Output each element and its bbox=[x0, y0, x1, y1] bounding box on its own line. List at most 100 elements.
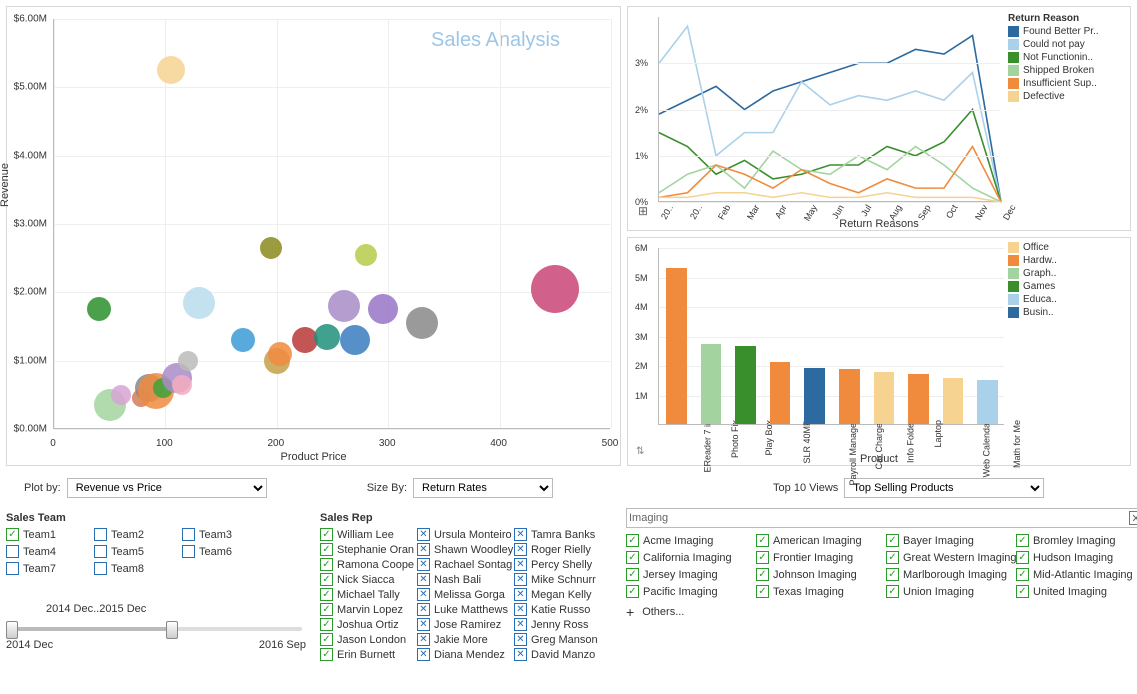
bar[interactable] bbox=[735, 346, 756, 424]
size-by-select[interactable]: Return Rates bbox=[413, 478, 553, 498]
company-checkbox[interactable]: ✓Mid-Atlantic Imaging bbox=[1016, 568, 1137, 581]
team-checkbox[interactable]: Team7 bbox=[6, 562, 94, 575]
rep-checkbox[interactable]: ✓Jason London bbox=[320, 633, 417, 646]
slider-knob-min[interactable] bbox=[6, 621, 18, 639]
legend-item[interactable]: Busin.. bbox=[1008, 307, 1128, 318]
rep-checkbox[interactable]: ✕Jenny Ross bbox=[514, 618, 611, 631]
rep-checkbox[interactable]: ✕Jose Ramirez bbox=[417, 618, 514, 631]
rep-checkbox[interactable]: ✕Greg Manson bbox=[514, 633, 611, 646]
bubble[interactable] bbox=[231, 328, 255, 352]
team-checkbox[interactable]: Team6 bbox=[182, 545, 270, 558]
rep-checkbox[interactable]: ✓Michael Tally bbox=[320, 588, 417, 601]
bubble[interactable] bbox=[172, 375, 192, 395]
slider-knob-max[interactable] bbox=[166, 621, 178, 639]
legend-item[interactable]: Defective bbox=[1008, 91, 1128, 102]
top10-select[interactable]: Top Selling Products bbox=[844, 478, 1044, 498]
rep-checkbox[interactable]: ✕Percy Shelly bbox=[514, 558, 611, 571]
close-icon[interactable]: ✕ bbox=[1129, 511, 1137, 525]
legend-item[interactable]: Hardw.. bbox=[1008, 255, 1128, 266]
bubble[interactable] bbox=[314, 324, 340, 350]
legend-item[interactable]: Graph.. bbox=[1008, 268, 1128, 279]
date-slider[interactable]: 2014 Dec..2015 Dec 2014 Dec 2016 Sep bbox=[6, 603, 306, 655]
legend-item[interactable]: Shipped Broken bbox=[1008, 65, 1128, 76]
rep-checkbox[interactable]: ✕Shawn Woodley bbox=[417, 543, 514, 556]
rep-checkbox[interactable]: ✓Nick Siacca bbox=[320, 573, 417, 586]
bar[interactable] bbox=[666, 268, 687, 424]
bar[interactable] bbox=[874, 372, 895, 424]
rep-checkbox[interactable]: ✓Stephanie Oran bbox=[320, 543, 417, 556]
company-checkbox[interactable]: ✓Great Western Imaging bbox=[886, 551, 1016, 564]
company-checkbox[interactable]: ✓Bayer Imaging bbox=[886, 534, 1016, 547]
bubble[interactable] bbox=[406, 307, 438, 339]
legend-item[interactable]: Not Functionin.. bbox=[1008, 52, 1128, 63]
company-checkbox[interactable]: ✓Johnson Imaging bbox=[756, 568, 886, 581]
rep-checkbox[interactable]: ✕Mike Schnurr bbox=[514, 573, 611, 586]
bubble[interactable] bbox=[355, 244, 377, 266]
rep-checkbox[interactable]: ✕Roger Rielly bbox=[514, 543, 611, 556]
bubble[interactable] bbox=[531, 265, 579, 313]
bar[interactable] bbox=[839, 369, 860, 424]
legend-item[interactable]: Insufficient Sup.. bbox=[1008, 78, 1128, 89]
rep-checkbox[interactable]: ✕Melissa Gorga bbox=[417, 588, 514, 601]
others-link[interactable]: + Others... bbox=[626, 604, 1137, 620]
rep-checkbox[interactable]: ✕Jakie More bbox=[417, 633, 514, 646]
bar[interactable] bbox=[908, 374, 929, 424]
bubble[interactable] bbox=[268, 342, 292, 366]
rep-checkbox[interactable]: ✓William Lee bbox=[320, 528, 417, 541]
bar[interactable] bbox=[701, 344, 722, 424]
company-checkbox[interactable]: ✓Texas Imaging bbox=[756, 585, 886, 598]
bubble[interactable] bbox=[183, 287, 215, 319]
legend-item[interactable]: Educa.. bbox=[1008, 294, 1128, 305]
rep-checkbox[interactable]: ✕Katie Russo bbox=[514, 603, 611, 616]
rep-checkbox[interactable]: ✕Ursula Monteiro bbox=[417, 528, 514, 541]
rep-checkbox[interactable]: ✕Tamra Banks bbox=[514, 528, 611, 541]
plot-by-select[interactable]: Revenue vs Price bbox=[67, 478, 267, 498]
company-checkbox[interactable]: ✓American Imaging bbox=[756, 534, 886, 547]
company-checkbox[interactable]: ✓Pacific Imaging bbox=[626, 585, 756, 598]
bubble[interactable] bbox=[340, 325, 370, 355]
rep-checkbox[interactable]: ✕David Manzo bbox=[514, 648, 611, 661]
rep-checkbox[interactable]: ✕Diana Mendez bbox=[417, 648, 514, 661]
bubble[interactable] bbox=[178, 351, 198, 371]
bubble[interactable] bbox=[260, 237, 282, 259]
bubble[interactable] bbox=[87, 297, 111, 321]
team-checkbox[interactable]: Team8 bbox=[94, 562, 182, 575]
scatter-chart-area[interactable] bbox=[53, 19, 610, 429]
team-checkbox[interactable]: Team5 bbox=[94, 545, 182, 558]
bubble[interactable] bbox=[328, 290, 360, 322]
rep-checkbox[interactable]: ✓Joshua Ortiz bbox=[320, 618, 417, 631]
legend-item[interactable]: Found Better Pr.. bbox=[1008, 26, 1128, 37]
expand-icon[interactable]: ⊞ bbox=[638, 204, 648, 218]
rep-checkbox[interactable]: ✓Marvin Lopez bbox=[320, 603, 417, 616]
company-checkbox[interactable]: ✓Frontier Imaging bbox=[756, 551, 886, 564]
company-checkbox[interactable]: ✓Acme Imaging bbox=[626, 534, 756, 547]
line-chart-area[interactable]: 0%1%2%3%20..20..FebMarAprMayJunJulAugSep… bbox=[658, 17, 1000, 202]
rep-checkbox[interactable]: ✓Erin Burnett bbox=[320, 648, 417, 661]
team-checkbox[interactable]: ✓Team1 bbox=[6, 528, 94, 541]
rep-checkbox[interactable]: ✕Megan Kelly bbox=[514, 588, 611, 601]
rep-checkbox[interactable]: ✓Ramona Coope bbox=[320, 558, 417, 571]
team-checkbox[interactable]: Team2 bbox=[94, 528, 182, 541]
bar[interactable] bbox=[943, 378, 964, 424]
company-checkbox[interactable]: ✓Hudson Imaging bbox=[1016, 551, 1137, 564]
bubble[interactable] bbox=[111, 385, 131, 405]
rep-checkbox[interactable]: ✕Rachael Sontag bbox=[417, 558, 514, 571]
legend-item[interactable]: Games bbox=[1008, 281, 1128, 292]
legend-item[interactable]: Office bbox=[1008, 242, 1128, 253]
company-checkbox[interactable]: ✓California Imaging bbox=[626, 551, 756, 564]
company-checkbox[interactable]: ✓Bromley Imaging bbox=[1016, 534, 1137, 547]
team-checkbox[interactable]: Team4 bbox=[6, 545, 94, 558]
company-checkbox[interactable]: ✓Marlborough Imaging bbox=[886, 568, 1016, 581]
rep-checkbox[interactable]: ✕Nash Bali bbox=[417, 573, 514, 586]
bar-chart-area[interactable]: 1M2M3M4M5M6MEReader 7 inPhoto FixPlay Bo… bbox=[658, 248, 1004, 425]
company-checkbox[interactable]: ✓Jersey Imaging bbox=[626, 568, 756, 581]
company-checkbox[interactable]: ✓United Imaging bbox=[1016, 585, 1137, 598]
team-checkbox[interactable]: Team3 bbox=[182, 528, 270, 541]
rep-checkbox[interactable]: ✕Luke Matthews bbox=[417, 603, 514, 616]
bar[interactable] bbox=[770, 362, 791, 424]
legend-item[interactable]: Could not pay bbox=[1008, 39, 1128, 50]
company-checkbox[interactable]: ✓Union Imaging bbox=[886, 585, 1016, 598]
company-search-box[interactable]: Imaging ✕ bbox=[626, 508, 1137, 528]
bar[interactable] bbox=[977, 380, 998, 424]
bubble[interactable] bbox=[157, 56, 185, 84]
